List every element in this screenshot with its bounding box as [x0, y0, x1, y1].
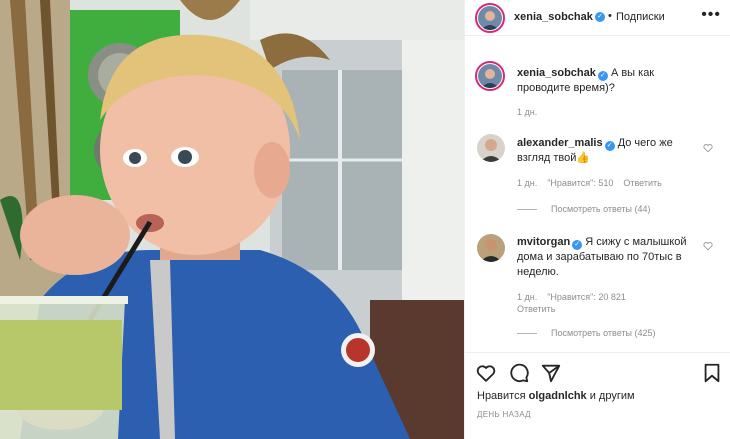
commenter-avatar[interactable] — [477, 234, 505, 262]
caption-avatar[interactable] — [475, 61, 505, 91]
post-actions: Нравится olgadnlchk и другим ДЕНЬ НАЗАД — [465, 352, 730, 439]
comment-like-icon[interactable] — [703, 241, 713, 251]
verified-icon: ✓ — [572, 240, 583, 250]
comment-meta: 1 дн. "Нравится": 510 Ответить — [517, 178, 662, 188]
photo-image — [0, 0, 464, 439]
comment-like-icon[interactable] — [703, 143, 713, 153]
view-replies-label: Посмотреть ответы (44) — [551, 204, 651, 214]
post-header: xenia_sobchak ✓ • Подписки ••• — [465, 0, 730, 36]
bookmark-icon[interactable] — [701, 362, 723, 384]
avatar-image — [478, 64, 502, 88]
avatar-image — [478, 6, 502, 30]
post-date: ДЕНЬ НАЗАД — [477, 410, 531, 419]
comment-text: mvitorgan ✓ Я сижу с малышкой дома и зара… — [517, 235, 692, 280]
reply-button[interactable]: Ответить — [517, 304, 555, 314]
likes-prefix: Нравится — [477, 390, 526, 402]
verified-icon: ✓ — [595, 12, 605, 22]
comment-meta: 1 дн. "Нравится": 20 821 Ответить — [517, 291, 682, 315]
comment-time: 1 дн. — [517, 292, 538, 302]
verified-icon: ✓ — [597, 71, 608, 81]
commenter-username[interactable]: alexander_malis — [517, 137, 603, 149]
post-sidebar: xenia_sobchak ✓ • Подписки ••• xenia_sob… — [464, 0, 730, 439]
more-icon[interactable]: ••• — [701, 6, 721, 24]
replies-divider — [517, 333, 537, 335]
reply-button[interactable]: Ответить — [623, 178, 661, 188]
post-photo[interactable] — [0, 0, 464, 439]
comment-time: 1 дн. — [517, 178, 538, 188]
commenter-username[interactable]: mvitorgan — [517, 236, 570, 248]
share-icon[interactable] — [540, 362, 562, 384]
replies-divider — [517, 209, 537, 211]
comment-icon[interactable] — [508, 362, 530, 384]
comment-text: alexander_malis ✓ До чего же взгляд твой👍 — [517, 136, 687, 166]
avatar-image — [477, 134, 505, 162]
caption-time: 1 дн. — [517, 107, 538, 117]
separator-dot: • — [608, 10, 612, 22]
heart-icon[interactable] — [475, 362, 497, 384]
likes-suffix: и другим — [589, 390, 635, 402]
comment-likes[interactable]: "Нравится": 510 — [547, 178, 613, 188]
likes-user[interactable]: olgadnlchk — [529, 390, 587, 402]
comment-likes[interactable]: "Нравится": 20 821 — [547, 292, 626, 302]
author-avatar[interactable] — [475, 3, 505, 33]
following-button[interactable]: Подписки — [616, 11, 665, 23]
author-username[interactable]: xenia_sobchak — [514, 11, 593, 23]
view-replies-label: Посмотреть ответы (425) — [551, 328, 656, 338]
avatar-image — [477, 234, 505, 262]
likes-summary[interactable]: Нравится olgadnlchk и другим — [477, 390, 635, 402]
verified-icon: ✓ — [604, 141, 615, 151]
view-replies-button[interactable]: Посмотреть ответы (44) — [517, 204, 651, 214]
caption-username[interactable]: xenia_sobchak — [517, 67, 596, 79]
caption-text: xenia_sobchak ✓ А вы как проводите время)… — [517, 66, 697, 96]
view-replies-button[interactable]: Посмотреть ответы (425) — [517, 328, 656, 338]
commenter-avatar[interactable] — [477, 134, 505, 162]
